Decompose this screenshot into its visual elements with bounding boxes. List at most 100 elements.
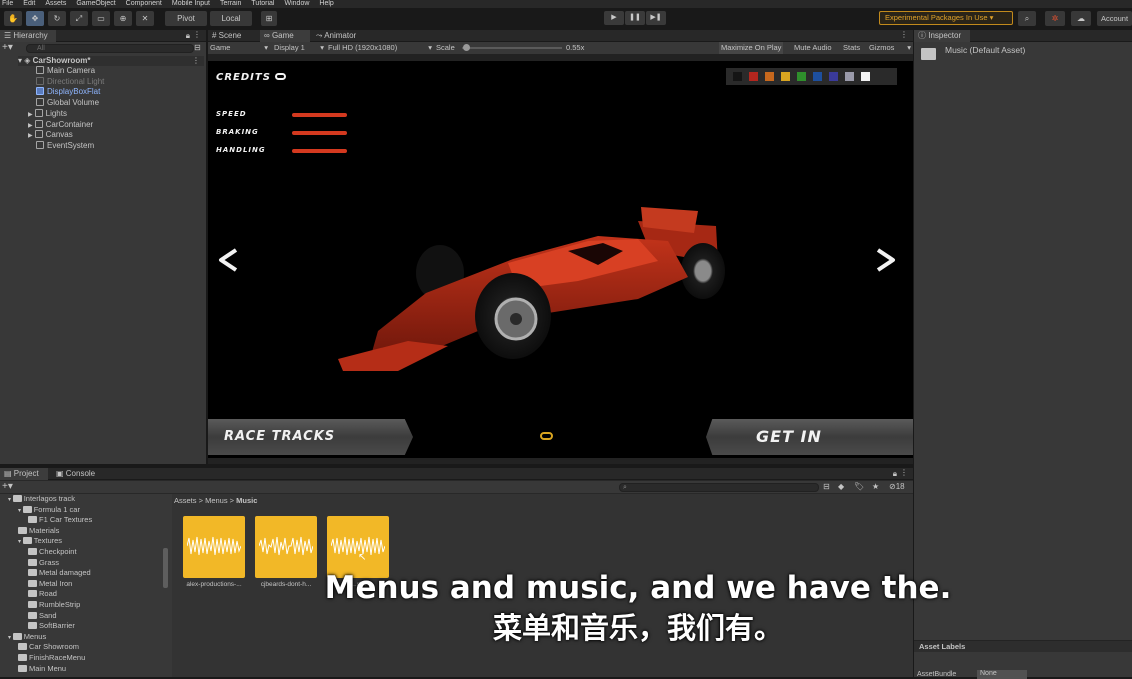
pivot-toggle[interactable]: Pivot	[165, 11, 207, 26]
project-folder-item[interactable]: Grass	[28, 558, 59, 568]
menu-assets[interactable]: Assets	[45, 0, 66, 8]
grid-snap-icon[interactable]: ⊞	[261, 11, 277, 26]
audio-asset-thumbnail[interactable]	[183, 516, 245, 578]
hierarchy-item[interactable]: Global Volume	[36, 98, 99, 108]
menu-gameobject[interactable]: GameObject	[76, 0, 115, 8]
expand-arrow-icon[interactable]: ▾	[8, 635, 13, 641]
expand-arrow-icon[interactable]: ▾	[8, 497, 13, 503]
assetbundle-dropdown[interactable]: None	[977, 670, 1027, 679]
menu-mobile-input[interactable]: Mobile Input	[172, 0, 210, 8]
tab-inspector[interactable]: ⓘ Inspector	[914, 30, 970, 42]
get-in-button[interactable]: GET IN	[706, 419, 913, 455]
project-folder-item[interactable]: ▾ Formula 1 car	[18, 505, 80, 515]
color-swatch[interactable]	[813, 72, 822, 81]
expand-arrow-icon[interactable]: ▶	[28, 123, 33, 129]
favorite-star-icon[interactable]: ★	[872, 482, 879, 491]
account-dropdown[interactable]: Account	[1097, 11, 1132, 26]
hierarchy-item-prefab[interactable]: DisplayBoxFlat	[36, 87, 100, 97]
lock-icon[interactable]: 🔒︎	[186, 31, 190, 41]
project-search-input[interactable]: ⌕	[619, 483, 819, 492]
previous-car-button[interactable]	[216, 247, 242, 275]
menu-file[interactable]: File	[2, 0, 13, 8]
expand-arrow-icon[interactable]: ▾	[18, 539, 23, 545]
local-toggle[interactable]: Local	[210, 11, 252, 26]
expand-arrow-icon[interactable]: ▶	[28, 112, 33, 118]
color-swatch[interactable]	[733, 72, 742, 81]
audio-asset-thumbnail[interactable]	[255, 516, 317, 578]
more-icon[interactable]: ⋮	[900, 30, 908, 39]
project-folder-item[interactable]: Sand	[28, 611, 57, 621]
mute-audio-toggle[interactable]: Mute Audio	[794, 42, 832, 54]
hierarchy-item[interactable]: EventSystem	[36, 141, 94, 151]
hierarchy-item[interactable]: ▶ CarContainer	[28, 120, 93, 130]
lock-icon[interactable]: 🔒︎	[893, 469, 897, 479]
project-folder-item[interactable]: FinishRaceMenu	[18, 653, 85, 663]
menu-window[interactable]: Window	[285, 0, 310, 8]
project-folder-item[interactable]: Checkpoint	[28, 547, 77, 557]
next-car-button[interactable]	[872, 247, 898, 275]
label-icon[interactable]: 🏷︎	[854, 482, 864, 491]
tab-project[interactable]: ▤ Project	[0, 468, 48, 480]
tab-game[interactable]: ∞ Game	[260, 30, 310, 42]
cloud-icon[interactable]: ☁	[1071, 11, 1091, 26]
stats-toggle[interactable]: Stats	[843, 42, 860, 54]
tab-scene[interactable]: # Scene	[208, 30, 258, 42]
tree-scrollbar[interactable]	[163, 548, 168, 588]
more-icon[interactable]: ⋮	[900, 468, 908, 477]
more-icon[interactable]: ⋮	[193, 30, 201, 39]
color-swatch[interactable]	[765, 72, 774, 81]
color-swatch[interactable]	[749, 72, 758, 81]
project-folder-item[interactable]: Materials	[18, 526, 59, 536]
scene-row[interactable]: ▾ ◈ CarShowroom* ⋮	[18, 56, 204, 66]
hierarchy-item-disabled[interactable]: Directional Light	[36, 77, 104, 87]
tab-hierarchy[interactable]: ☰ Hierarchy	[0, 30, 56, 42]
experimental-packages-dropdown[interactable]: Experimental Packages In Use ▾	[879, 11, 1013, 25]
color-swatch[interactable]	[781, 72, 790, 81]
game-mode-dropdown[interactable]: Game ▾	[210, 42, 268, 54]
hierarchy-item[interactable]: ▶ Lights	[28, 109, 67, 119]
scale-tool-icon[interactable]: ⤢	[70, 11, 88, 26]
project-folder-item[interactable]: Road	[28, 589, 57, 599]
hierarchy-item[interactable]: Main Camera	[36, 66, 95, 76]
scene-more-icon[interactable]: ⋮	[192, 56, 200, 66]
breadcrumb-item-current[interactable]: Music	[236, 496, 257, 505]
color-swatch[interactable]	[829, 72, 838, 81]
rect-tool-icon[interactable]: ▭	[92, 11, 110, 26]
scale-slider[interactable]	[462, 47, 562, 49]
scale-slider-handle[interactable]	[463, 44, 470, 51]
play-button[interactable]: ▶	[604, 11, 624, 25]
color-swatch[interactable]	[797, 72, 806, 81]
menu-edit[interactable]: Edit	[23, 0, 35, 8]
hand-tool-icon[interactable]: ✋	[4, 11, 22, 26]
project-folder-item[interactable]: ▾ Menus	[8, 632, 46, 642]
breadcrumb-item[interactable]: Assets	[174, 496, 197, 505]
color-swatch[interactable]	[845, 72, 854, 81]
display-dropdown[interactable]: Display 1 ▾	[274, 42, 324, 54]
project-folder-item[interactable]: Main Menu	[18, 664, 66, 674]
search-filter-icon[interactable]: ⊟	[194, 43, 201, 52]
project-folder-item[interactable]: RumbleStrip	[28, 600, 80, 610]
project-folder-item[interactable]: Metal damaged	[28, 568, 91, 578]
race-tracks-button[interactable]: RACE TRACKS	[208, 419, 413, 455]
breadcrumb-item[interactable]: Menus	[205, 496, 228, 505]
project-folder-item[interactable]: ▾ Interlagos track	[8, 494, 75, 504]
move-tool-icon[interactable]: ✥	[26, 11, 44, 26]
project-folder-item[interactable]: F1 Car Textures	[28, 515, 92, 525]
project-folder-item[interactable]: Car Showroom	[18, 642, 79, 652]
transform-tool-icon[interactable]: ⊕	[114, 11, 132, 26]
gizmos-dropdown[interactable]: Gizmos ▾	[869, 42, 911, 54]
custom-tool-icon[interactable]: ✕	[136, 11, 154, 26]
hidden-count-icon[interactable]: ⊘18	[889, 482, 905, 491]
game-viewport[interactable]: CREDITS SPEED BRAKING HANDLING RACE TRAC…	[208, 61, 913, 458]
collab-icon[interactable]: ✲	[1045, 11, 1065, 26]
expand-arrow-icon[interactable]: ▾	[18, 508, 23, 514]
menu-terrain[interactable]: Terrain	[220, 0, 241, 8]
search-by-type-icon[interactable]: ⊟	[823, 482, 830, 491]
project-folder-item[interactable]: SoftBarrier	[28, 621, 75, 631]
expand-arrow-icon[interactable]: ▶	[28, 133, 33, 139]
add-icon[interactable]: +▾	[2, 42, 13, 54]
tab-animator[interactable]: ⤳ Animator	[312, 30, 372, 42]
resolution-dropdown[interactable]: Full HD (1920x1080) ▾	[328, 42, 432, 54]
color-swatch[interactable]	[861, 72, 870, 81]
audio-asset-thumbnail[interactable]	[327, 516, 389, 578]
